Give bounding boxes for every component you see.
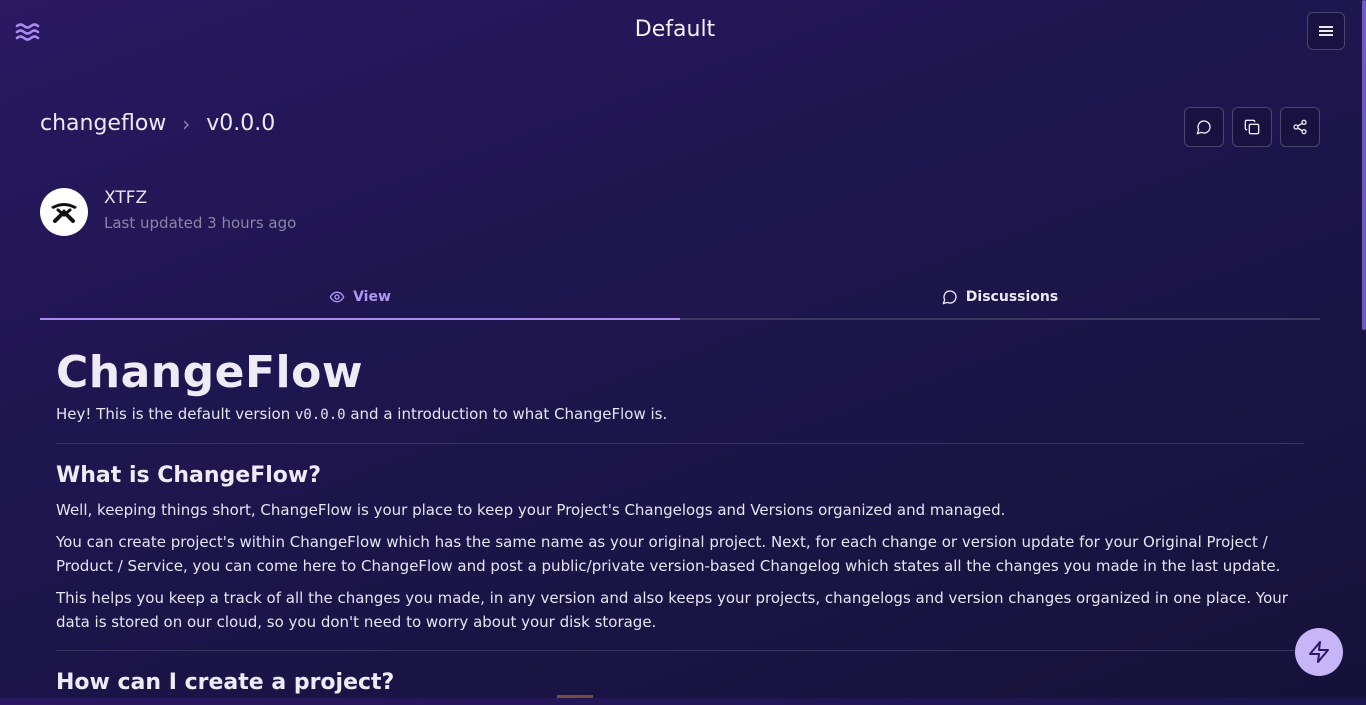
top-bar: Default (0, 0, 1366, 64)
quick-action-button[interactable] (1295, 628, 1343, 676)
breadcrumb-version: v0.0.0 (206, 111, 276, 136)
breadcrumb-project[interactable]: changeflow (40, 111, 166, 136)
breadcrumb: changeflow › v0.0.0 (40, 111, 275, 136)
author-name[interactable]: XTFZ (104, 188, 296, 208)
tab-bar: View Discussions (40, 280, 1320, 320)
breadcrumb-separator: › (182, 111, 191, 136)
heading-how-to-create: How can I create a project? (56, 670, 395, 695)
intro-text-start: Hey! This is the default version (56, 405, 295, 423)
tab-view[interactable]: View (40, 280, 680, 320)
paragraph-3: This helps you keep a track of all the c… (56, 589, 1288, 631)
last-updated: Last updated 3 hours ago (104, 214, 297, 232)
message-circle-icon (1196, 120, 1211, 135)
message-circle-icon (942, 290, 957, 305)
hamburger-menu-icon (1319, 26, 1333, 36)
article-title: ChangeFlow (56, 347, 363, 398)
paragraph-1: Well, keeping things short, ChangeFlow i… (56, 501, 1006, 519)
tab-view-label: View (353, 289, 391, 305)
divider (56, 650, 1304, 651)
author-info: XTFZ Last updated 3 hours ago (40, 188, 296, 236)
intro-paragraph: Hey! This is the default version v0.0.0 … (56, 402, 1304, 427)
page-title: Default (634, 17, 716, 42)
lightning-bolt-icon (1309, 641, 1329, 663)
intro-text-end: and a introduction to what ChangeFlow is… (345, 405, 668, 423)
avatar[interactable] (40, 188, 88, 236)
tab-discussions-label: Discussions (965, 289, 1059, 305)
eye-icon (329, 291, 345, 303)
divider (56, 443, 1304, 444)
article-content: ChangeFlow Hey! This is the default vers… (56, 344, 1304, 705)
paragraph-2: You can create project's within ChangeFl… (56, 533, 1281, 575)
version-code: v0.0.0 (294, 407, 346, 423)
heading-what-is: What is ChangeFlow? (56, 463, 321, 488)
share-button[interactable] (1280, 107, 1320, 147)
copy-icon (1244, 119, 1260, 135)
copy-button[interactable] (1232, 107, 1272, 147)
share-icon (1293, 119, 1307, 135)
tab-discussions[interactable]: Discussions (680, 280, 1320, 318)
scrollbar[interactable] (1362, 0, 1366, 330)
menu-button[interactable] (1307, 12, 1345, 50)
action-buttons (1184, 107, 1320, 147)
comment-button[interactable] (1184, 107, 1224, 147)
